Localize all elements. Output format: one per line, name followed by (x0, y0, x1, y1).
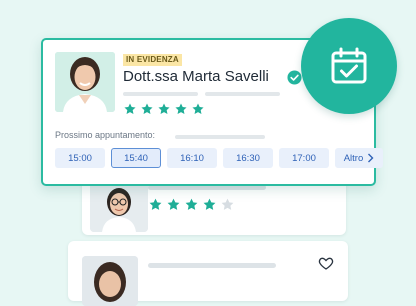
verified-check-icon (287, 70, 302, 85)
chevron-right-icon (368, 153, 374, 163)
next-appointment-label: Prossimo appuntamento: (55, 130, 156, 140)
doctor-photo (90, 182, 148, 232)
time-slot[interactable]: 17:00 (279, 148, 329, 168)
appointment-placeholder (175, 135, 265, 139)
info-placeholder (205, 92, 280, 96)
star-icon (203, 198, 216, 210)
rating-stars (148, 197, 235, 212)
star-icon (175, 103, 187, 115)
heart-icon[interactable] (318, 255, 334, 271)
doctor-name[interactable]: Dott.ssa Marta Savelli (123, 68, 269, 85)
rating-stars (123, 102, 205, 116)
time-slot[interactable]: 15:00 (55, 148, 105, 168)
info-placeholder (123, 92, 198, 96)
doctor-photo (82, 256, 138, 306)
star-icon (149, 198, 162, 210)
more-slots-button[interactable]: Altro (335, 148, 383, 168)
star-icon (192, 103, 204, 115)
star-icon (141, 103, 153, 115)
star-icon (124, 103, 136, 115)
doctor-card-3[interactable] (68, 241, 348, 306)
doctor-photo (55, 52, 115, 112)
calendar-check-icon (331, 47, 367, 84)
star-icon (158, 103, 170, 115)
star-icon (185, 198, 198, 210)
star-icon (167, 198, 180, 210)
more-slots-label: Altro (343, 152, 364, 164)
time-slot-selected[interactable]: 15:40 (111, 148, 161, 168)
time-slots: 15:00 15:40 16:10 16:30 17:00 Altro (55, 148, 383, 168)
calendar-badge (301, 18, 397, 114)
star-icon (221, 198, 234, 210)
time-slot[interactable]: 16:30 (223, 148, 273, 168)
name-placeholder (148, 263, 276, 268)
time-slot[interactable]: 16:10 (167, 148, 217, 168)
featured-badge: IN EVIDENZA (123, 54, 182, 66)
